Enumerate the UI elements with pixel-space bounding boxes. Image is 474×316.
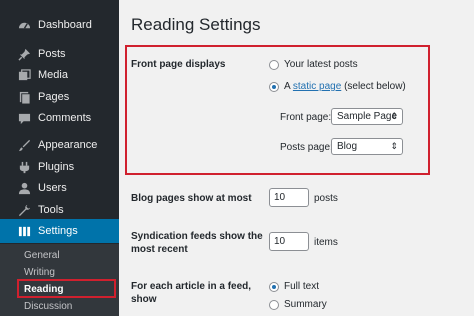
menu-item-media[interactable]: Media <box>0 64 119 86</box>
syndication-unit: items <box>314 237 338 248</box>
blog-pages-input[interactable]: 10 <box>269 188 309 207</box>
menu-item-settings[interactable]: Settings <box>0 219 119 243</box>
users-icon <box>17 181 31 195</box>
chevron-updown-icon: ⇕ <box>390 111 398 121</box>
menu-label: Tools <box>38 204 64 216</box>
pin-icon <box>17 47 31 61</box>
radio-full-text[interactable] <box>269 282 279 292</box>
static-page-label: A static page (select below) <box>284 81 406 92</box>
syndication-value: 10 <box>274 236 286 247</box>
dashboard-icon <box>17 18 31 32</box>
menu-label: Posts <box>38 48 66 60</box>
radio-static-page[interactable] <box>269 82 279 92</box>
pages-icon <box>17 90 31 104</box>
menu-label: Dashboard <box>38 19 92 31</box>
feed-label-line2: show <box>131 294 157 305</box>
front-page-select-label: Front page: <box>280 112 332 123</box>
feed-label-line1: For each article in a feed, <box>131 281 252 292</box>
syndication-input[interactable]: 10 <box>269 232 309 251</box>
static-suffix: (select below) <box>344 81 406 92</box>
full-text-label: Full text <box>284 281 320 292</box>
menu-item-tools[interactable]: Tools <box>0 199 119 221</box>
menu-item-dashboard[interactable]: Dashboard <box>0 14 119 36</box>
blog-pages-unit: posts <box>314 193 338 204</box>
syndication-label-line2: most recent <box>131 244 188 255</box>
comments-icon <box>17 111 31 125</box>
menu-item-appearance[interactable]: Appearance <box>0 134 119 156</box>
tools-icon <box>17 203 31 217</box>
menu-label: Settings <box>38 225 78 237</box>
page-title: Reading Settings <box>131 15 261 34</box>
radio-summary[interactable] <box>269 300 279 310</box>
menu-item-pages[interactable]: Pages <box>0 86 119 108</box>
menu-label: Plugins <box>38 161 75 173</box>
menu-item-users[interactable]: Users <box>0 177 119 199</box>
menu-item-comments[interactable]: Comments <box>0 107 119 129</box>
main-content: Reading Settings Front page displays You… <box>119 0 474 316</box>
menu-item-posts[interactable]: Posts <box>0 43 119 65</box>
menu-label: Appearance <box>38 139 98 151</box>
radio-latest-posts[interactable] <box>269 60 279 70</box>
syndication-label: Syndication feeds show the most recent <box>131 230 263 256</box>
feed-label: For each article in a feed, show <box>131 280 251 306</box>
menu-label: Media <box>38 69 68 81</box>
static-page-link[interactable]: static page <box>293 81 341 92</box>
submenu-general[interactable]: General <box>24 250 60 261</box>
front-page-select-value: Sample Page <box>337 111 398 122</box>
summary-label: Summary <box>284 299 327 310</box>
blog-pages-value: 10 <box>274 192 286 203</box>
submenu-writing[interactable]: Writing <box>24 267 55 278</box>
menu-label: Users <box>38 182 67 194</box>
plugins-icon <box>17 160 31 174</box>
static-prefix: A <box>284 81 291 92</box>
posts-page-select-label: Posts page: <box>280 142 333 153</box>
submenu-discussion[interactable]: Discussion <box>24 301 72 312</box>
latest-posts-label: Your latest posts <box>284 59 358 70</box>
blog-pages-label: Blog pages show at most <box>131 193 252 204</box>
menu-label: Pages <box>38 91 70 103</box>
posts-page-select-value: Blog <box>337 141 358 152</box>
syndication-label-line1: Syndication feeds show the <box>131 231 263 242</box>
chevron-updown-icon: ⇕ <box>390 141 398 151</box>
reading-highlight-box <box>17 279 116 298</box>
settings-icon <box>17 224 31 238</box>
front-page-label: Front page displays <box>131 59 226 70</box>
appearance-icon <box>17 138 31 152</box>
admin-sidebar: Dashboard Posts Media Pages Comments App… <box>0 0 119 316</box>
front-page-select[interactable]: Sample Page ⇕ <box>331 108 403 125</box>
posts-page-select[interactable]: Blog ⇕ <box>331 138 403 155</box>
menu-item-plugins[interactable]: Plugins <box>0 156 119 178</box>
menu-label: Comments <box>38 112 92 124</box>
media-icon <box>17 68 31 82</box>
